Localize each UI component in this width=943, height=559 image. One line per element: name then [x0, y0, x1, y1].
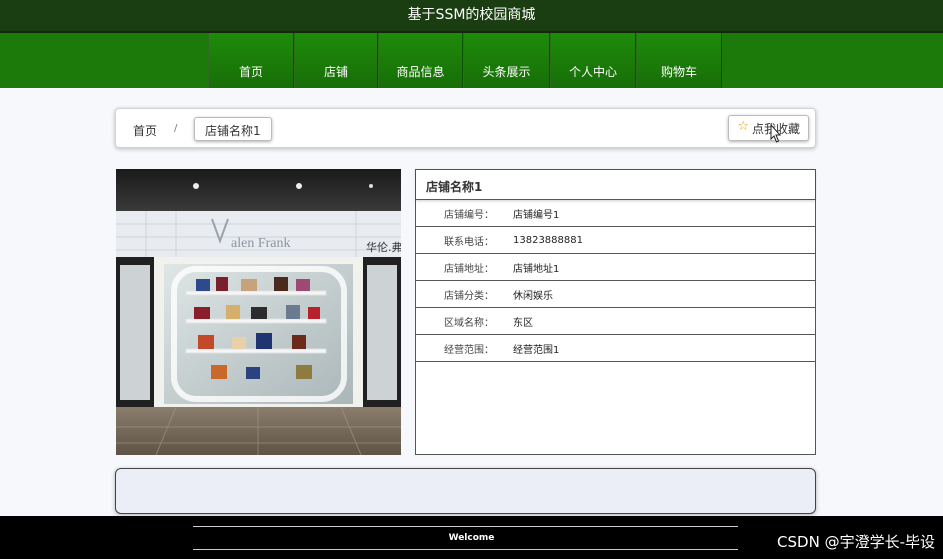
footer-divider: [193, 526, 738, 527]
footer-divider: [193, 549, 738, 550]
info-row: 经营范围： 经营范围1: [416, 335, 815, 362]
watermark-text: CSDN @宇澄学长-毕设: [777, 533, 935, 551]
nav-item-stores[interactable]: 店铺: [294, 33, 378, 88]
star-outline-icon: ☆: [737, 119, 749, 134]
breadcrumb-separator: /: [174, 123, 178, 134]
footer: Welcome CSDN @宇澄学长-毕设: [0, 516, 943, 559]
info-value: 经营范围1: [513, 344, 560, 356]
info-label: 经营范围：: [444, 344, 494, 356]
info-row: 店铺地址： 店铺地址1: [416, 254, 815, 281]
store-info-panel: 店铺名称1 店铺编号： 店铺编号1 联系电话： 13823888881 店铺地址…: [415, 169, 816, 455]
main-navbar: 首页 店铺 商品信息 头条展示 个人中心 购物车: [0, 33, 943, 88]
store-name-heading: 店铺名称1: [416, 170, 815, 200]
info-row: 联系电话： 13823888881: [416, 227, 815, 254]
info-value: 13823888881: [513, 234, 583, 246]
info-label: 联系电话：: [444, 236, 494, 248]
nav-item-products[interactable]: 商品信息: [378, 33, 463, 88]
info-value: 店铺编号1: [513, 209, 560, 221]
info-label: 区域名称：: [444, 317, 494, 329]
breadcrumb: 首页 / 店铺名称1 ☆ 点我收藏: [115, 108, 816, 148]
info-label: 店铺地址：: [444, 263, 494, 275]
info-label: 店铺编号：: [444, 209, 494, 221]
info-value: 店铺地址1: [513, 263, 560, 275]
breadcrumb-current: 店铺名称1: [194, 117, 272, 141]
info-value: 东区: [513, 317, 533, 329]
breadcrumb-home-link[interactable]: 首页: [133, 122, 157, 139]
nav-item-cart[interactable]: 购物车: [636, 33, 722, 88]
info-row: 区域名称： 东区: [416, 308, 815, 335]
svg-text:华伦.弗: 华伦.弗: [366, 240, 401, 254]
mouse-cursor-icon: [770, 124, 782, 143]
store-image: alen Frank 华伦.弗: [116, 169, 401, 455]
nav-menu: 首页 店铺 商品信息 头条展示 个人中心 购物车: [208, 33, 722, 88]
nav-item-headlines[interactable]: 头条展示: [463, 33, 550, 88]
site-title: 基于SSM的校园商城: [407, 7, 536, 23]
info-value: 休闲娱乐: [513, 290, 553, 302]
top-header: 基于SSM的校园商城: [0, 0, 943, 33]
nav-item-profile[interactable]: 个人中心: [550, 33, 636, 88]
info-label: 店铺分类：: [444, 290, 494, 302]
content-card: [115, 468, 816, 514]
nav-item-home[interactable]: 首页: [208, 33, 294, 88]
info-row: 店铺分类： 休闲娱乐: [416, 281, 815, 308]
svg-text:alen Frank: alen Frank: [231, 236, 290, 251]
info-row: 店铺编号： 店铺编号1: [416, 200, 815, 227]
